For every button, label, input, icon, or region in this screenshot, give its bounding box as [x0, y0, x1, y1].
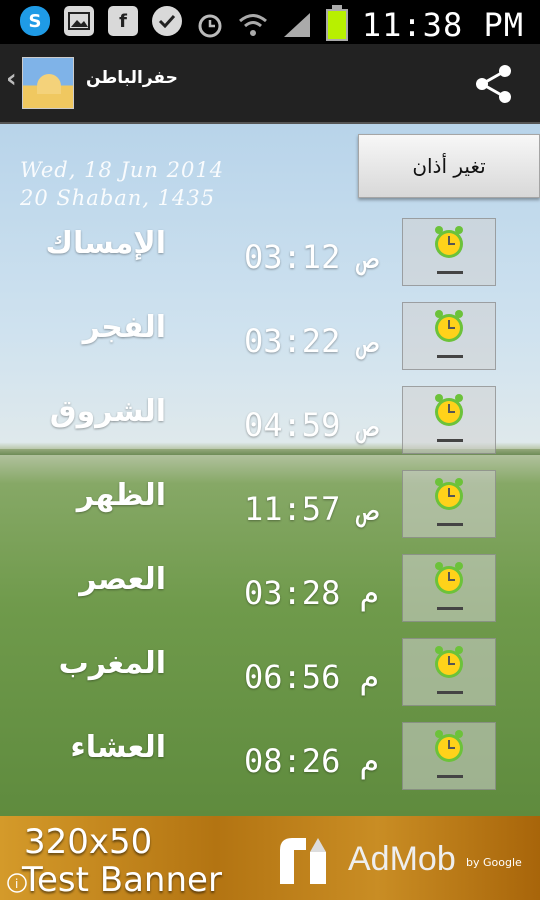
- alarm-indicator-bar: [437, 271, 463, 274]
- prayer-row: المغرب 06:56 م: [0, 636, 540, 720]
- ad-size-text: 320x50: [24, 822, 153, 862]
- prayer-row: العشاء 08:26 م: [0, 720, 540, 804]
- messenger-icon: [152, 6, 182, 36]
- prayer-name: العصر: [79, 562, 166, 597]
- gregorian-date: Wed, 18 Jun 2014: [20, 158, 225, 182]
- alarm-indicator-bar: [437, 775, 463, 778]
- alarm-clock-icon: [435, 226, 463, 258]
- alarm-toggle-button[interactable]: [402, 638, 496, 706]
- prayer-row: الإمساك 03:12 ص: [0, 216, 540, 300]
- prayer-row: الظهر 11:57 ص: [0, 468, 540, 552]
- skype-icon: S: [20, 6, 50, 36]
- app-title: حفرالباطن: [86, 68, 178, 88]
- prayer-time: 06:56 م: [244, 658, 379, 696]
- clock: 11:38 PM: [361, 6, 524, 44]
- alarm-toggle-button[interactable]: [402, 722, 496, 790]
- alarm-clock-icon: [435, 394, 463, 426]
- alarm-clock-icon: [435, 310, 463, 342]
- alarm-toggle-button[interactable]: [402, 554, 496, 622]
- prayer-name: الفجر: [82, 310, 166, 345]
- facebook-icon: f: [108, 6, 138, 36]
- change-adhan-button[interactable]: تغير أذان: [358, 134, 540, 198]
- alarm-indicator-bar: [437, 439, 463, 442]
- alarm-indicator-bar: [437, 691, 463, 694]
- alarm-clock-icon: [435, 646, 463, 678]
- alarm-icon: [198, 14, 222, 38]
- prayer-row: الشروق 04:59 ص: [0, 384, 540, 468]
- alarm-clock-icon: [435, 562, 463, 594]
- hijri-date: 20 Shaban, 1435: [20, 186, 216, 210]
- prayer-name: المغرب: [58, 646, 166, 681]
- prayer-time: 08:26 م: [244, 742, 379, 780]
- alarm-toggle-button[interactable]: [402, 470, 496, 538]
- prayer-name: العشاء: [70, 730, 166, 765]
- share-icon[interactable]: [472, 62, 516, 106]
- action-bar: ‹ حفرالباطن: [0, 44, 540, 124]
- prayer-name: الإمساك: [45, 226, 166, 261]
- alarm-indicator-bar: [437, 355, 463, 358]
- svg-text:i: i: [15, 877, 18, 891]
- prayer-time: 03:12 ص: [244, 238, 379, 276]
- prayer-row: العصر 03:28 م: [0, 552, 540, 636]
- status-bar: S f 11:38 PM: [0, 0, 540, 44]
- prayer-time: 04:59 ص: [244, 406, 379, 444]
- prayer-row: الفجر 03:22 ص: [0, 300, 540, 384]
- prayer-times-screen: Wed, 18 Jun 2014 20 Shaban, 1435 تغير أذ…: [0, 124, 540, 816]
- battery-icon: [325, 5, 348, 41]
- prayer-name: الظهر: [76, 478, 166, 513]
- alarm-toggle-button[interactable]: [402, 302, 496, 370]
- prayer-name: الشروق: [49, 394, 166, 429]
- notification-icons: S f: [20, 6, 182, 36]
- alarm-toggle-button[interactable]: [402, 218, 496, 286]
- prayer-time: 03:28 م: [244, 574, 379, 612]
- date-block: Wed, 18 Jun 2014 20 Shaban, 1435: [20, 156, 224, 212]
- admob-logo-icon: [280, 838, 326, 884]
- alarm-indicator-bar: [437, 607, 463, 610]
- chevron-left-icon[interactable]: ‹: [6, 64, 17, 94]
- ad-brand: AdMob: [348, 840, 456, 878]
- alarm-indicator-bar: [437, 523, 463, 526]
- alarm-clock-icon: [435, 478, 463, 510]
- gallery-icon: [64, 6, 94, 36]
- ad-by-google: by Google: [466, 856, 522, 869]
- app-logo[interactable]: [22, 57, 74, 109]
- alarm-toggle-button[interactable]: [402, 386, 496, 454]
- ad-banner[interactable]: 320x50 Test Banner AdMob by Google i: [0, 816, 540, 900]
- battery-fill: [327, 11, 346, 39]
- system-icons: 11:38 PM: [196, 5, 524, 44]
- prayer-time: 03:22 ص: [244, 322, 379, 360]
- signal-icon: [283, 13, 310, 37]
- alarm-clock-icon: [435, 730, 463, 762]
- wifi-icon: [238, 14, 267, 36]
- ad-banner-text: Test Banner: [22, 860, 222, 900]
- prayer-time: 11:57 ص: [244, 490, 379, 528]
- ad-info-icon[interactable]: i: [6, 872, 28, 894]
